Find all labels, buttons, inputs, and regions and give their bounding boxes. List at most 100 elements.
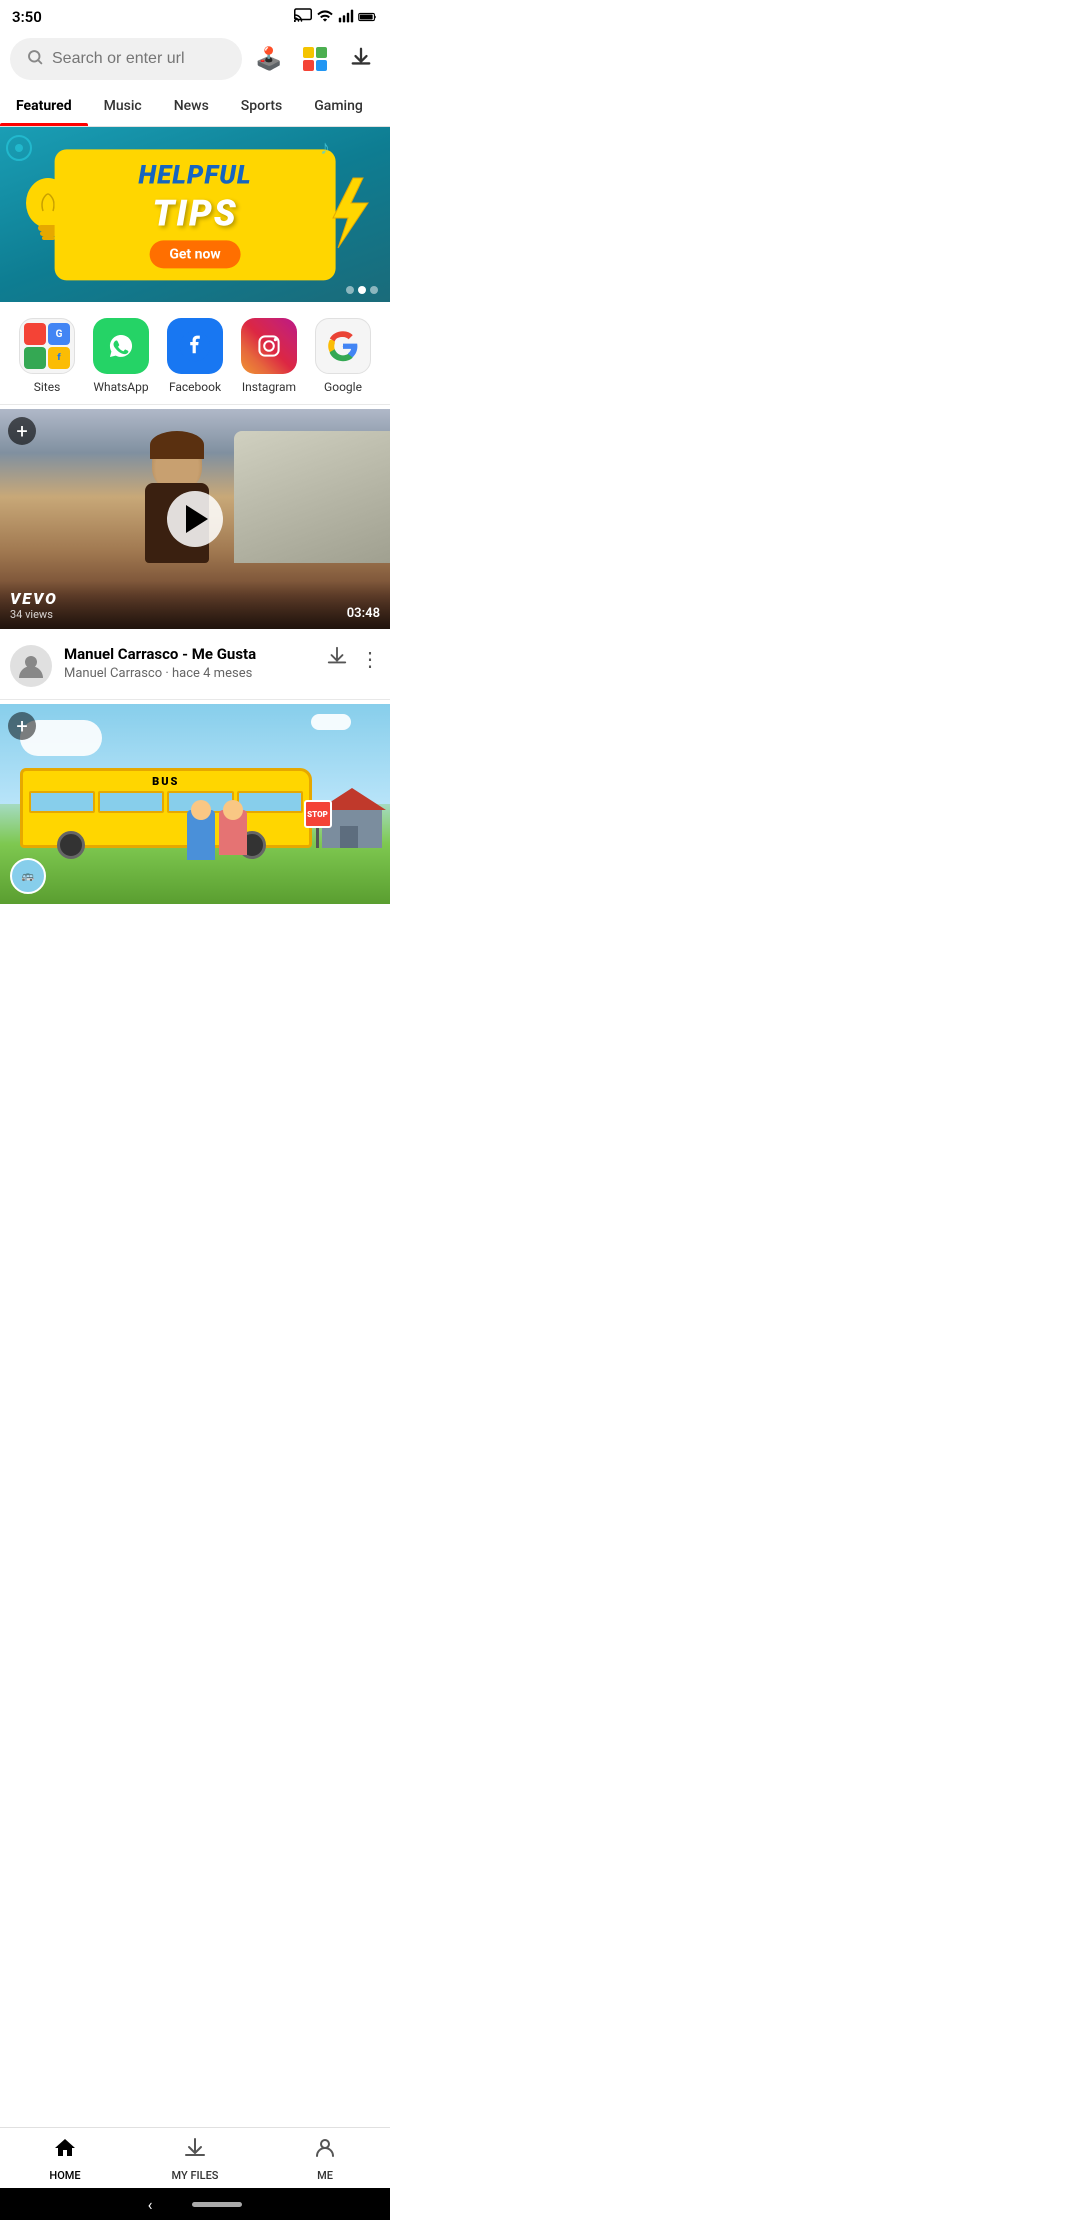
banner-cta-button[interactable]: Get now <box>149 241 240 269</box>
divider-2 <box>0 699 390 700</box>
android-nav-bar: ‹ <box>0 2188 390 2220</box>
video-watermark-2: 🚌 <box>10 858 46 894</box>
android-back-button[interactable]: ‹ <box>148 2195 153 2214</box>
house-door <box>340 826 358 848</box>
tab-featured[interactable]: Featured <box>0 86 88 126</box>
video-channel-1: Manuel Carrasco <box>64 666 162 681</box>
video-avatar-1 <box>10 645 52 687</box>
video-card-2: BUS <box>0 704 390 904</box>
facebook-svg <box>179 330 211 362</box>
download-icon <box>350 46 372 72</box>
android-home-pill[interactable] <box>192 2202 242 2207</box>
sites-piece-g2 <box>24 347 46 369</box>
tab-apps[interactable]: Apps <box>379 86 390 126</box>
video-separator-1: · <box>165 666 172 681</box>
google-svg <box>327 330 359 362</box>
char-head-1 <box>191 800 211 820</box>
me-label: ME <box>317 2169 333 2182</box>
whatsapp-label: WhatsApp <box>93 380 148 394</box>
nav-me[interactable]: ME <box>285 2136 365 2182</box>
instagram-icon-img <box>241 318 297 374</box>
search-bar-row: 🕹️ <box>0 32 390 86</box>
car-bg <box>234 431 390 563</box>
search-input[interactable] <box>52 50 226 68</box>
nav-tabs: Featured Music News Sports Gaming Apps <box>0 86 390 127</box>
myfiles-icon <box>183 2136 207 2166</box>
characters <box>187 810 247 860</box>
app-icon-facebook[interactable]: Facebook <box>163 318 227 394</box>
status-bar: 3:50 <box>0 0 390 32</box>
banner-dot-3 <box>370 286 378 294</box>
whatsapp-icon-img <box>93 318 149 374</box>
app-icon-whatsapp[interactable]: WhatsApp <box>89 318 153 394</box>
app-icon-instagram[interactable]: Instagram <box>237 318 301 394</box>
char-head-2 <box>223 800 243 820</box>
search-input-wrap[interactable] <box>10 38 242 80</box>
nav-myfiles[interactable]: MY FILES <box>155 2136 235 2182</box>
google-icon-img <box>315 318 371 374</box>
video-views: 34 views <box>10 608 58 621</box>
avatar-icon <box>17 652 45 680</box>
tab-news[interactable]: News <box>158 86 225 126</box>
tab-sports[interactable]: Sports <box>225 86 298 126</box>
banner-content-box: HELPFUL TIPS Get now <box>55 149 336 280</box>
video-title-1: Manuel Carrasco - Me Gusta <box>64 645 314 663</box>
joystick-icon: 🕹️ <box>255 47 282 72</box>
bus-wheel-1 <box>57 831 85 859</box>
banner-dot-2 <box>358 286 366 294</box>
stop-pole <box>316 828 319 848</box>
search-icon <box>26 48 44 70</box>
instagram-svg <box>253 330 285 362</box>
sites-icon-img: G f <box>19 318 75 374</box>
tab-music[interactable]: Music <box>88 86 158 126</box>
app-icon-sites[interactable]: G f Sites <box>15 318 79 394</box>
video-sub-info-1: Manuel Carrasco · hace 4 meses <box>64 666 314 681</box>
bottom-nav: HOME MY FILES ME <box>0 2127 390 2188</box>
banner[interactable]: HELPFUL TIPS Get now ♪ <box>0 127 390 302</box>
film-reel-icon <box>4 133 34 167</box>
video-download-button-1[interactable] <box>326 645 348 672</box>
video-add-button-1[interactable]: + <box>8 417 36 445</box>
home-icon <box>53 2136 77 2166</box>
video-overlay-1: VEVO 34 views 03:48 <box>0 581 390 629</box>
cast-icon <box>294 8 312 26</box>
sites-piece-yt <box>24 323 46 345</box>
banner-lightning-icon <box>318 173 378 257</box>
banner-dot-1 <box>346 286 354 294</box>
sites-icon-grid: G f <box>20 319 74 373</box>
nav-home[interactable]: HOME <box>25 2136 105 2182</box>
play-button-1[interactable] <box>167 491 223 547</box>
stop-sign: STOP <box>304 800 332 848</box>
app-icons-row: G f Sites WhatsApp <box>0 302 390 404</box>
video-more-button-1[interactable]: ⋮ <box>360 647 380 671</box>
home-label: HOME <box>49 2169 80 2182</box>
bus-window-1 <box>29 791 95 813</box>
cloud-2 <box>311 714 351 730</box>
video-meta-1: Manuel Carrasco - Me Gusta Manuel Carras… <box>0 633 390 699</box>
video-card-1: + VEVO 34 views 03:48 <box>0 409 390 629</box>
tab-gaming[interactable]: Gaming <box>298 86 379 126</box>
bus-text: BUS <box>152 775 179 788</box>
video-info-1: Manuel Carrasco - Me Gusta Manuel Carras… <box>64 645 314 681</box>
video-thumbnail-2[interactable]: BUS <box>0 704 390 904</box>
app-icon-google[interactable]: Google <box>311 318 375 394</box>
google-label: Google <box>324 380 362 394</box>
apps-grid-button[interactable] <box>296 40 334 78</box>
bus-window-2 <box>98 791 164 813</box>
music-note-icon: ♪ <box>320 135 330 160</box>
download-button[interactable] <box>342 40 380 78</box>
apps-grid-icon <box>301 45 329 73</box>
video-thumbnail-1[interactable]: + VEVO 34 views 03:48 <box>0 409 390 629</box>
signal-icon <box>338 8 354 27</box>
video-timeago-1: hace 4 meses <box>172 666 252 681</box>
char-2 <box>219 810 247 855</box>
instagram-label: Instagram <box>242 380 296 394</box>
video-add-button-2[interactable]: + <box>8 712 36 740</box>
banner-title-line1: HELPFUL <box>138 161 251 191</box>
banner-title-line2: TIPS <box>152 193 237 235</box>
facebook-icon-img <box>167 318 223 374</box>
joystick-button[interactable]: 🕹️ <box>250 40 288 78</box>
sites-piece-f: f <box>48 347 70 369</box>
whatsapp-svg <box>104 329 138 363</box>
status-icons <box>294 8 378 27</box>
